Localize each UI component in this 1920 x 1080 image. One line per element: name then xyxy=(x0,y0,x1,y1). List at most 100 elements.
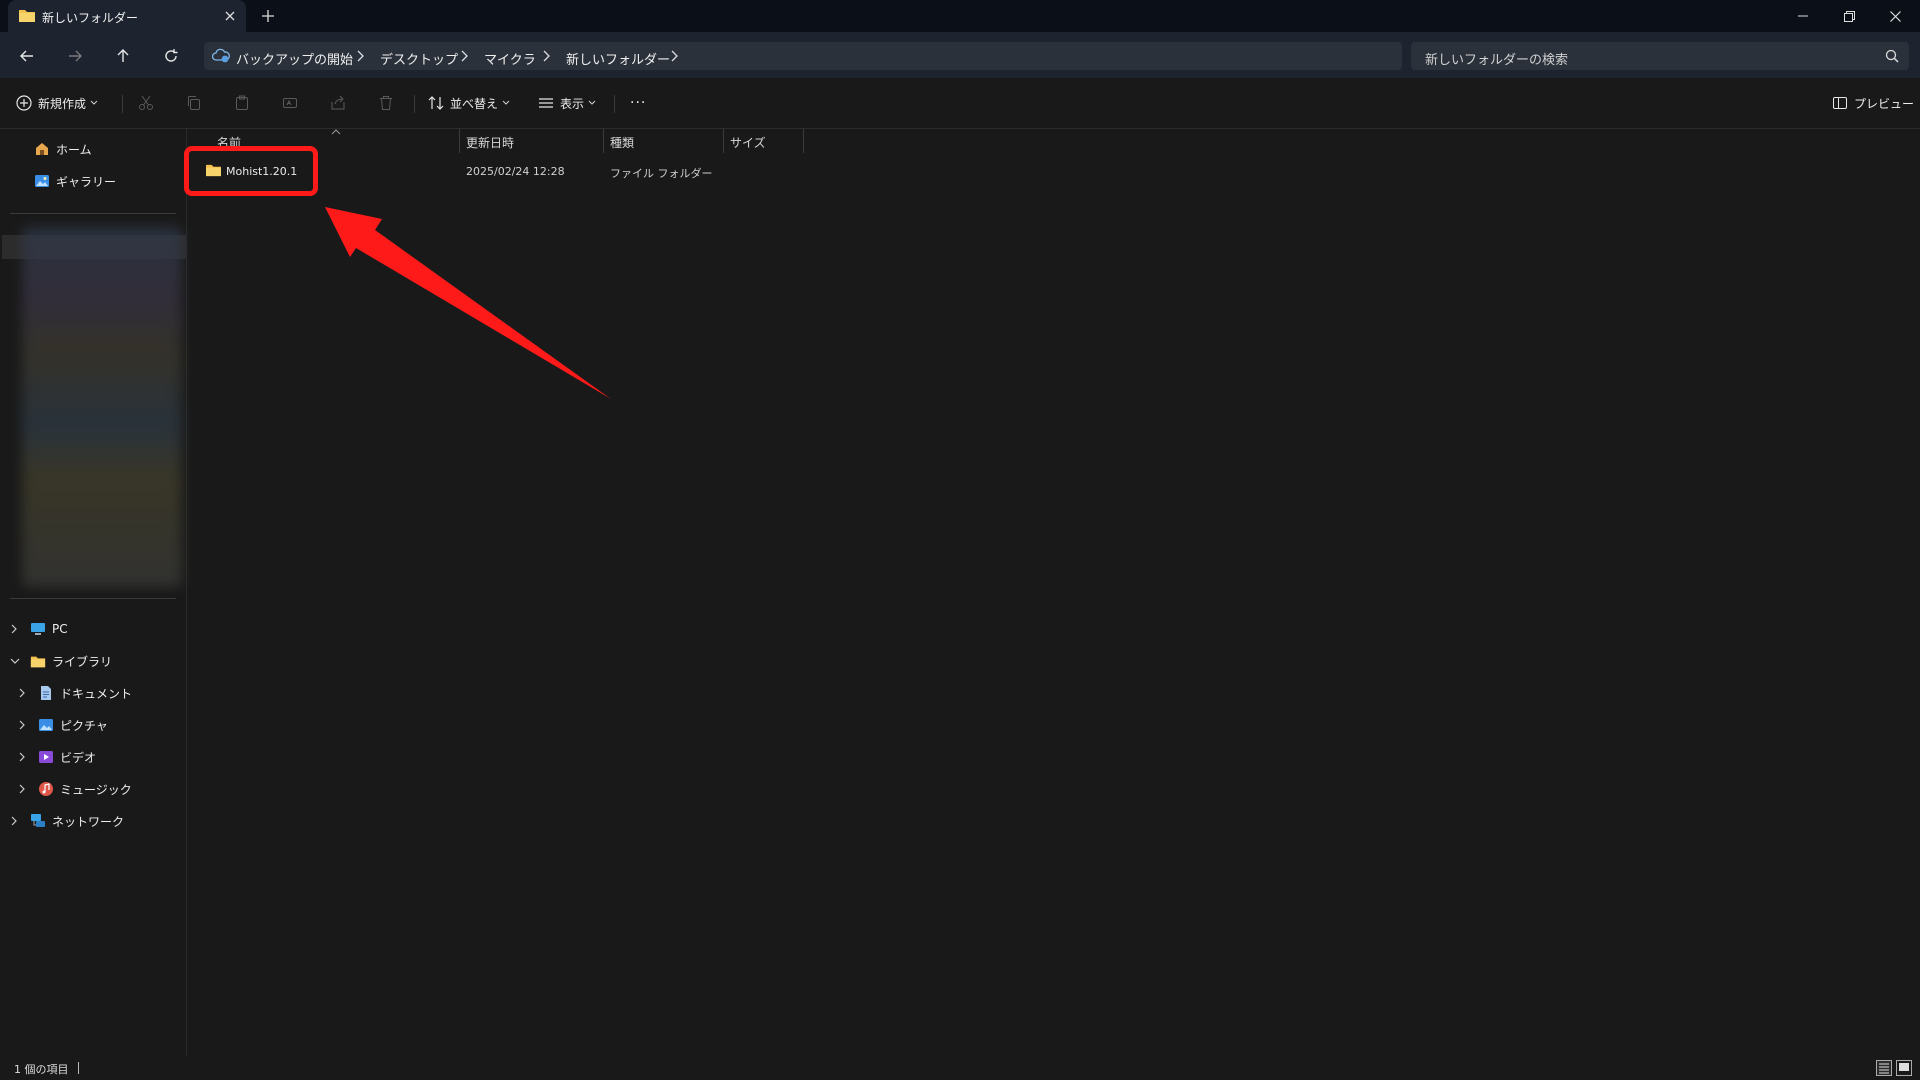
videos-icon xyxy=(38,749,54,765)
search-icon[interactable] xyxy=(1885,49,1899,63)
more-options-icon[interactable]: ··· xyxy=(630,90,646,116)
view-button[interactable]: 表示 xyxy=(538,90,596,116)
column-divider[interactable] xyxy=(803,129,804,153)
navigation-pane: ホーム ギャラリー PC ライブラリ ドキュメント ピクチャ ビデオ ミュージッ… xyxy=(0,129,187,1056)
sidebar-item-documents[interactable]: ドキュメント xyxy=(18,681,132,705)
plus-circle-icon xyxy=(16,95,32,111)
sidebar-item-home[interactable]: ホーム xyxy=(34,137,92,161)
file-modified: 2025/02/24 12:28 xyxy=(466,165,565,178)
sidebar-item-network[interactable]: ネットワーク xyxy=(10,809,124,833)
chevron-right-icon[interactable] xyxy=(18,752,26,762)
delete-icon[interactable] xyxy=(378,90,394,116)
column-header-type[interactable]: 種類 xyxy=(610,134,634,151)
column-header-size[interactable]: サイズ xyxy=(730,134,766,151)
close-tab-icon[interactable] xyxy=(220,6,240,26)
column-header-row: 名前 更新日時 種類 サイズ xyxy=(187,129,1920,153)
sidebar-item-label: ギャラリー xyxy=(56,174,117,189)
address-bar[interactable]: バックアップの開始 デスクトップ マイクラ 新しいフォルダー xyxy=(204,42,1402,70)
library-folder-icon xyxy=(30,654,46,669)
column-divider[interactable] xyxy=(459,129,460,153)
sort-label: 並べ替え xyxy=(450,96,499,111)
sidebar-item-gallery[interactable]: ギャラリー xyxy=(34,169,116,193)
details-view-icon[interactable] xyxy=(1876,1060,1892,1076)
title-bar: 新しいフォルダー xyxy=(0,0,1920,32)
breadcrumb-new-folder[interactable]: 新しいフォルダー xyxy=(566,49,670,68)
paste-icon[interactable] xyxy=(234,90,250,116)
restore-icon[interactable] xyxy=(1826,0,1872,32)
chevron-right-icon[interactable] xyxy=(18,688,26,698)
pc-icon xyxy=(30,621,46,637)
toolbar-divider xyxy=(614,95,615,113)
breadcrumb-backup[interactable]: バックアップの開始 xyxy=(236,49,353,68)
chevron-down-icon[interactable] xyxy=(10,657,20,665)
tab-new-folder[interactable]: 新しいフォルダー xyxy=(8,0,246,32)
table-row[interactable]: Mohist1.20.1 2025/02/24 12:28 ファイル フォルダー xyxy=(187,159,1087,185)
tab-title: 新しいフォルダー xyxy=(42,11,139,25)
sidebar-item-label: ドキュメント xyxy=(60,686,133,701)
column-divider[interactable] xyxy=(603,129,604,153)
pictures-icon xyxy=(38,717,54,733)
list-view-icon xyxy=(538,95,554,111)
chevron-right-icon[interactable] xyxy=(542,50,550,62)
annotation-highlight-box xyxy=(184,146,318,196)
chevron-right-icon[interactable] xyxy=(460,50,468,62)
copy-icon[interactable] xyxy=(186,90,202,116)
file-type: ファイル フォルダー xyxy=(610,167,713,180)
blurred-pinned-items xyxy=(22,227,182,587)
chevron-right-icon[interactable] xyxy=(10,816,18,826)
divider xyxy=(10,213,176,214)
item-count: 1 個の項目 xyxy=(14,1063,69,1076)
breadcrumb-desktop[interactable]: デスクトップ xyxy=(380,49,458,68)
divider xyxy=(10,598,176,599)
sidebar-item-label: ライブラリ xyxy=(52,654,113,669)
chevron-down-icon xyxy=(588,100,596,106)
sidebar-item-pictures[interactable]: ピクチャ xyxy=(18,713,108,737)
minimize-icon[interactable] xyxy=(1780,0,1826,32)
new-button[interactable]: 新規作成 xyxy=(16,90,98,116)
back-arrow-icon[interactable] xyxy=(14,43,40,69)
view-label: 表示 xyxy=(560,96,585,111)
sidebar-item-music[interactable]: ミュージック xyxy=(18,777,132,801)
sidebar-item-pc[interactable]: PC xyxy=(10,617,68,641)
close-window-icon[interactable] xyxy=(1872,0,1918,32)
chevron-right-icon[interactable] xyxy=(18,784,26,794)
music-icon xyxy=(38,781,54,797)
breadcrumb-maikura[interactable]: マイクラ xyxy=(484,49,536,68)
gallery-icon xyxy=(34,173,50,189)
command-bar: 新規作成 並べ替え 表示 ··· プレビュー xyxy=(0,78,1920,129)
column-divider[interactable] xyxy=(723,129,724,153)
large-icons-view-icon[interactable] xyxy=(1896,1060,1912,1076)
network-icon xyxy=(30,813,46,829)
column-header-modified[interactable]: 更新日時 xyxy=(466,134,514,151)
search-input[interactable]: 新しいフォルダーの検索 xyxy=(1411,42,1909,70)
chevron-right-icon[interactable] xyxy=(356,50,364,62)
sidebar-item-label: ピクチャ xyxy=(60,718,108,733)
forward-arrow-icon[interactable] xyxy=(62,43,88,69)
chevron-right-icon[interactable] xyxy=(670,50,678,62)
up-arrow-icon[interactable] xyxy=(110,43,136,69)
sort-arrows-icon xyxy=(428,95,444,111)
cut-icon[interactable] xyxy=(138,90,154,116)
sort-ascending-icon xyxy=(331,129,341,135)
plus-icon[interactable] xyxy=(258,6,278,26)
rename-icon[interactable] xyxy=(282,90,298,116)
share-icon[interactable] xyxy=(330,90,346,116)
sidebar-item-library[interactable]: ライブラリ xyxy=(10,649,112,673)
sidebar-item-label: ホーム xyxy=(56,142,92,157)
home-icon xyxy=(34,141,50,157)
sort-button[interactable]: 並べ替え xyxy=(428,90,510,116)
new-label: 新規作成 xyxy=(38,96,87,111)
documents-icon xyxy=(38,685,54,701)
chevron-right-icon[interactable] xyxy=(10,624,18,634)
status-bar: 1 個の項目 xyxy=(0,1056,1920,1080)
sidebar-item-videos[interactable]: ビデオ xyxy=(18,745,96,769)
preview-label: プレビュー xyxy=(1854,96,1915,111)
preview-button[interactable]: プレビュー xyxy=(1832,90,1914,116)
chevron-right-icon[interactable] xyxy=(18,720,26,730)
status-divider xyxy=(78,1062,79,1074)
toolbar-divider xyxy=(414,95,415,113)
search-placeholder: 新しいフォルダーの検索 xyxy=(1425,53,1569,68)
sidebar-item-label: ミュージック xyxy=(60,782,132,797)
refresh-icon[interactable] xyxy=(158,43,184,69)
sidebar-item-label: PC xyxy=(52,622,68,636)
